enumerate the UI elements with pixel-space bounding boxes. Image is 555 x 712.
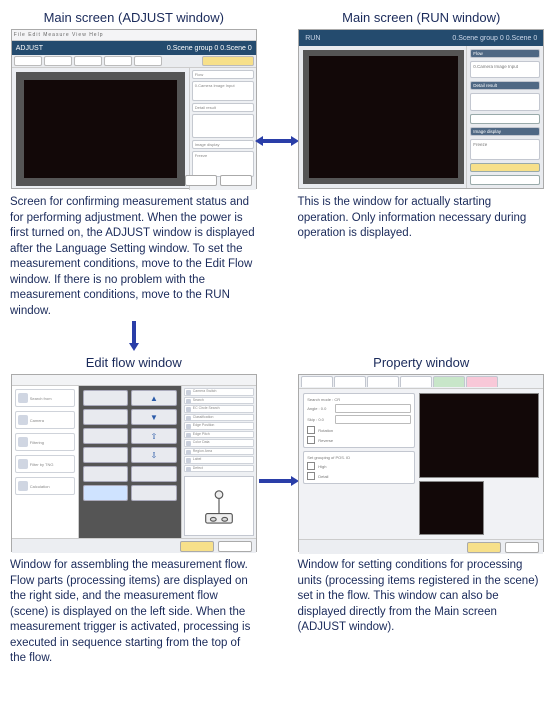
run-thumbnail: RUN 0.Scene group 0 0.Scene 0 Flow 0.Cam…	[298, 29, 544, 189]
high-checkbox[interactable]: High	[307, 462, 411, 470]
property-form: Search mode : CR Angle : 0.0 Skip : 0.0 …	[299, 389, 419, 539]
run-header-left: RUN	[305, 35, 320, 42]
property-preview	[419, 389, 543, 539]
arrow-down-icon	[127, 321, 141, 347]
select-image-button[interactable]	[470, 114, 540, 124]
run-header-right: 0.Scene group 0 0.Scene 0	[452, 35, 537, 42]
skip-input[interactable]	[335, 415, 411, 424]
run-title: Main screen (RUN window)	[342, 10, 500, 25]
flow-desc: Window for assembling the measurement fl…	[10, 558, 258, 667]
adjust-canvas	[16, 72, 185, 186]
arrow-up-icon: ⇧	[131, 428, 177, 444]
property-editoff-button[interactable]	[505, 542, 539, 553]
arrow-down-icon: ▼	[131, 409, 177, 425]
adjust-header-right: 0.Scene group 0 0.Scene 0	[167, 45, 252, 52]
flow-capture-button[interactable]	[180, 541, 214, 552]
arrow-down-icon: ⇩	[131, 447, 177, 463]
property-section: Property window Search mode : CR Angle :…	[297, 355, 545, 667]
adjust-thumbnail: File Edit Measure View Help ADJUST 0.Sce…	[11, 29, 257, 189]
flow-center-canvas: ▲ ▼ ⇧ ⇩	[79, 386, 181, 538]
run-section: Main screen (RUN window) RUN 0.Scene gro…	[297, 10, 545, 351]
property-tabs	[299, 375, 543, 389]
property-title: Property window	[373, 355, 469, 370]
adjust-side-panel: Flow 0.Camera Image Input Detail result …	[189, 68, 256, 190]
arrow-bidirectional-icon	[259, 134, 295, 148]
detail-checkbox[interactable]: Detail	[307, 472, 411, 480]
run-side-panel: Flow 0.Camera Image Input Detail result …	[466, 46, 543, 188]
adjust-menubar: File Edit Measure View Help	[12, 30, 256, 41]
arrow-right-icon	[259, 474, 295, 488]
arrow-up-icon: ▲	[131, 390, 177, 406]
flow-thumbnail: Search from Camera Filtering Filter by T…	[11, 374, 257, 552]
adjust-footer	[185, 175, 252, 186]
property-thumbnail: Search mode : CR Angle : 0.0 Skip : 0.0 …	[298, 374, 544, 552]
rotation-checkbox[interactable]: Rotation	[307, 426, 411, 434]
switch-adjust-button[interactable]	[470, 163, 540, 173]
angle-input[interactable]	[335, 404, 411, 413]
adjust-desc: Screen for confirming measurement status…	[10, 195, 258, 319]
flow-title: Edit flow window	[86, 355, 182, 370]
reverse-checkbox[interactable]: Reverse	[307, 436, 411, 444]
property-desc: Window for setting conditions for proces…	[297, 558, 545, 636]
flow-right-panel: Camera Switch Search EC Circle Search Cl…	[181, 386, 256, 538]
flow-preview-icon	[184, 476, 254, 536]
flow-section: Edit flow window Search from Camera Filt…	[10, 355, 258, 667]
property-ok-button[interactable]	[467, 542, 501, 553]
flow-left-panel: Search from Camera Filtering Filter by T…	[12, 386, 79, 538]
flow-editoff-button[interactable]	[218, 541, 252, 552]
run-canvas	[303, 50, 464, 184]
adjust-section: Main screen (ADJUST window) File Edit Me…	[10, 10, 258, 351]
adjust-title: Main screen (ADJUST window)	[44, 10, 224, 25]
run-desc: This is the window for actually starting…	[297, 195, 545, 242]
run-capture-button[interactable]	[470, 175, 540, 185]
adjust-header-left: ADJUST	[16, 45, 43, 52]
adjust-toolbar	[12, 55, 256, 68]
